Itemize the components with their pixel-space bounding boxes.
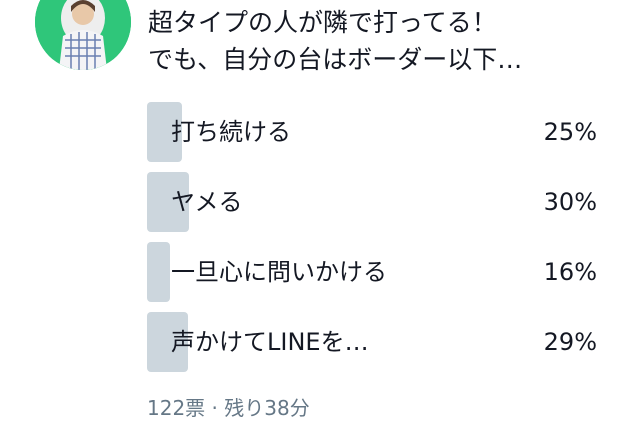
tweet-text: 超タイプの人が隣で打ってる！ でも、自分の台はボーダー以下…: [148, 4, 618, 78]
poll-option-percent: 25%: [543, 118, 597, 146]
avatar[interactable]: [35, 0, 131, 70]
user-avatar-photo-icon: [35, 0, 131, 70]
poll-option-bar: [147, 242, 170, 302]
poll-option-3[interactable]: 一旦心に問いかける 16%: [147, 242, 603, 302]
poll-option-percent: 30%: [543, 188, 597, 216]
poll-option-percent: 16%: [543, 258, 597, 286]
poll-option-label: ヤメる: [171, 188, 243, 216]
poll-option-1[interactable]: 打ち続ける 25%: [147, 102, 603, 162]
poll-option-label: 声かけてLINEを…: [171, 328, 369, 356]
poll-meta: 122票 · 残り38分: [147, 396, 310, 420]
poll-option-label: 打ち続ける: [171, 118, 291, 146]
poll-option-4[interactable]: 声かけてLINEを… 29%: [147, 312, 603, 372]
question-line-2: でも、自分の台はボーダー以下…: [148, 45, 523, 74]
poll: 打ち続ける 25% ヤメる 30% 一旦心に問いかける 16% 声かけてLINE…: [147, 102, 603, 382]
question-line-1: 超タイプの人が隣で打ってる！: [148, 8, 497, 37]
poll-option-2[interactable]: ヤメる 30%: [147, 172, 603, 232]
poll-option-label: 一旦心に問いかける: [171, 258, 387, 286]
poll-option-percent: 29%: [543, 328, 597, 356]
